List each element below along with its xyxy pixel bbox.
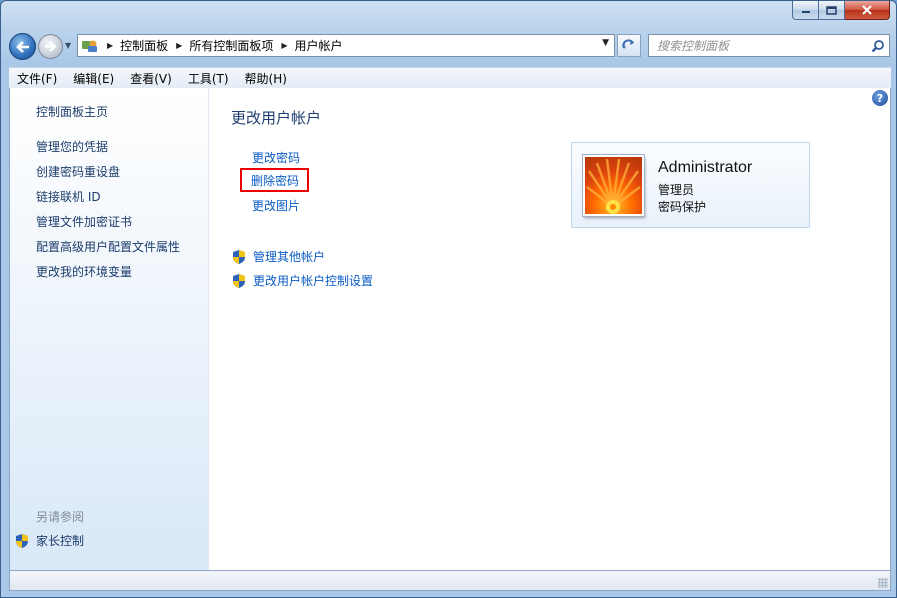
sidebar-item-link-online-id[interactable]: 链接联机 ID xyxy=(36,188,101,205)
address-dropdown-icon[interactable]: ▼ xyxy=(602,38,609,48)
menu-tools[interactable]: 工具(T) xyxy=(180,70,237,87)
change-picture-link[interactable]: 更改图片 xyxy=(252,197,300,214)
user-role: 管理员 xyxy=(658,183,695,197)
sidebar-item-create-reset-disk[interactable]: 创建密码重设盘 xyxy=(36,163,120,180)
forward-arrow-icon xyxy=(45,41,57,52)
help-icon[interactable]: ? xyxy=(872,90,888,106)
window-frame: ▼ ▶ 控制面板 ▶ 所有控制面板项 ▶ 用户帐户 ▼ 文件(F) 编辑(E) … xyxy=(0,0,897,598)
see-also-heading: 另请参阅 xyxy=(36,510,85,524)
uac-settings-label[interactable]: 更改用户帐户控制设置 xyxy=(253,272,373,289)
back-arrow-icon xyxy=(15,40,29,53)
refresh-button[interactable] xyxy=(617,34,641,57)
status-bar xyxy=(9,570,891,591)
breadcrumb-all-items[interactable]: 所有控制面板项 xyxy=(189,37,273,54)
menu-bar: 文件(F) 编辑(E) 查看(V) 工具(T) 帮助(H) xyxy=(9,67,891,88)
search-box[interactable] xyxy=(648,34,890,57)
forward-button[interactable] xyxy=(38,34,63,59)
uac-settings-link[interactable]: 更改用户帐户控制设置 xyxy=(231,272,373,289)
parental-controls-label: 家长控制 xyxy=(36,534,85,548)
sidebar-item-parental-controls[interactable]: 家长控制 xyxy=(14,532,84,549)
minimize-icon xyxy=(801,11,810,13)
back-button[interactable] xyxy=(9,33,36,60)
user-account-card: Administrator 管理员 密码保护 xyxy=(571,142,810,228)
magnifier-icon xyxy=(871,39,884,52)
search-button[interactable] xyxy=(867,39,889,53)
user-name: Administrator xyxy=(658,159,753,176)
caption-buttons xyxy=(792,1,890,20)
resize-grip-icon[interactable] xyxy=(878,578,888,588)
menu-help[interactable]: 帮助(H) xyxy=(237,70,295,87)
sidebar-item-encryption-certificates[interactable]: 管理文件加密证书 xyxy=(36,213,132,230)
search-input[interactable] xyxy=(649,36,867,55)
page-title: 更改用户帐户 xyxy=(231,109,322,127)
content-area: 控制面板主页 管理您的凭据 创建密码重设盘 链接联机 ID 管理文件加密证书 配… xyxy=(9,88,891,570)
breadcrumb-control-panel[interactable]: 控制面板 xyxy=(120,37,168,54)
maximize-icon xyxy=(826,5,837,15)
breadcrumb-user-accounts[interactable]: 用户帐户 xyxy=(295,37,343,54)
sidebar-item-environment-variables[interactable]: 更改我的环境变量 xyxy=(36,263,132,280)
sidebar-item-advanced-profile-properties[interactable]: 配置高级用户配置文件属性 xyxy=(36,238,180,255)
control-panel-icon xyxy=(81,38,99,54)
remove-password-link[interactable]: 删除密码 xyxy=(240,168,310,192)
menu-edit[interactable]: 编辑(E) xyxy=(65,70,122,87)
close-icon xyxy=(862,5,872,15)
breadcrumb-separator-icon[interactable]: ▶ xyxy=(281,41,287,50)
uac-shield-icon xyxy=(16,533,28,548)
sidebar-control-panel-home[interactable]: 控制面板主页 xyxy=(36,103,108,120)
minimize-button[interactable] xyxy=(792,1,819,20)
flower-picture-icon xyxy=(586,158,641,214)
uac-shield-icon xyxy=(233,273,245,288)
menu-view[interactable]: 查看(V) xyxy=(122,70,180,87)
task-sidebar: 控制面板主页 管理您的凭据 创建密码重设盘 链接联机 ID 管理文件加密证书 配… xyxy=(10,88,209,570)
refresh-icon xyxy=(622,38,634,49)
uac-shield-icon xyxy=(233,249,245,264)
breadcrumb-separator-icon: ▶ xyxy=(107,41,114,50)
close-button[interactable] xyxy=(845,1,890,20)
menu-file[interactable]: 文件(F) xyxy=(9,70,65,87)
user-avatar xyxy=(583,155,644,216)
sidebar-item-manage-credentials[interactable]: 管理您的凭据 xyxy=(36,138,108,155)
change-password-link[interactable]: 更改密码 xyxy=(252,149,300,166)
recent-pages-dropdown[interactable]: ▼ xyxy=(65,41,74,50)
manage-other-accounts-link[interactable]: 管理其他帐户 xyxy=(231,248,325,265)
manage-other-accounts-label[interactable]: 管理其他帐户 xyxy=(253,248,325,265)
address-bar[interactable]: ▶ 控制面板 ▶ 所有控制面板项 ▶ 用户帐户 ▼ xyxy=(77,34,615,57)
maximize-button[interactable] xyxy=(819,1,845,20)
breadcrumb-separator-icon[interactable]: ▶ xyxy=(176,41,182,50)
password-status: 密码保护 xyxy=(658,200,707,214)
